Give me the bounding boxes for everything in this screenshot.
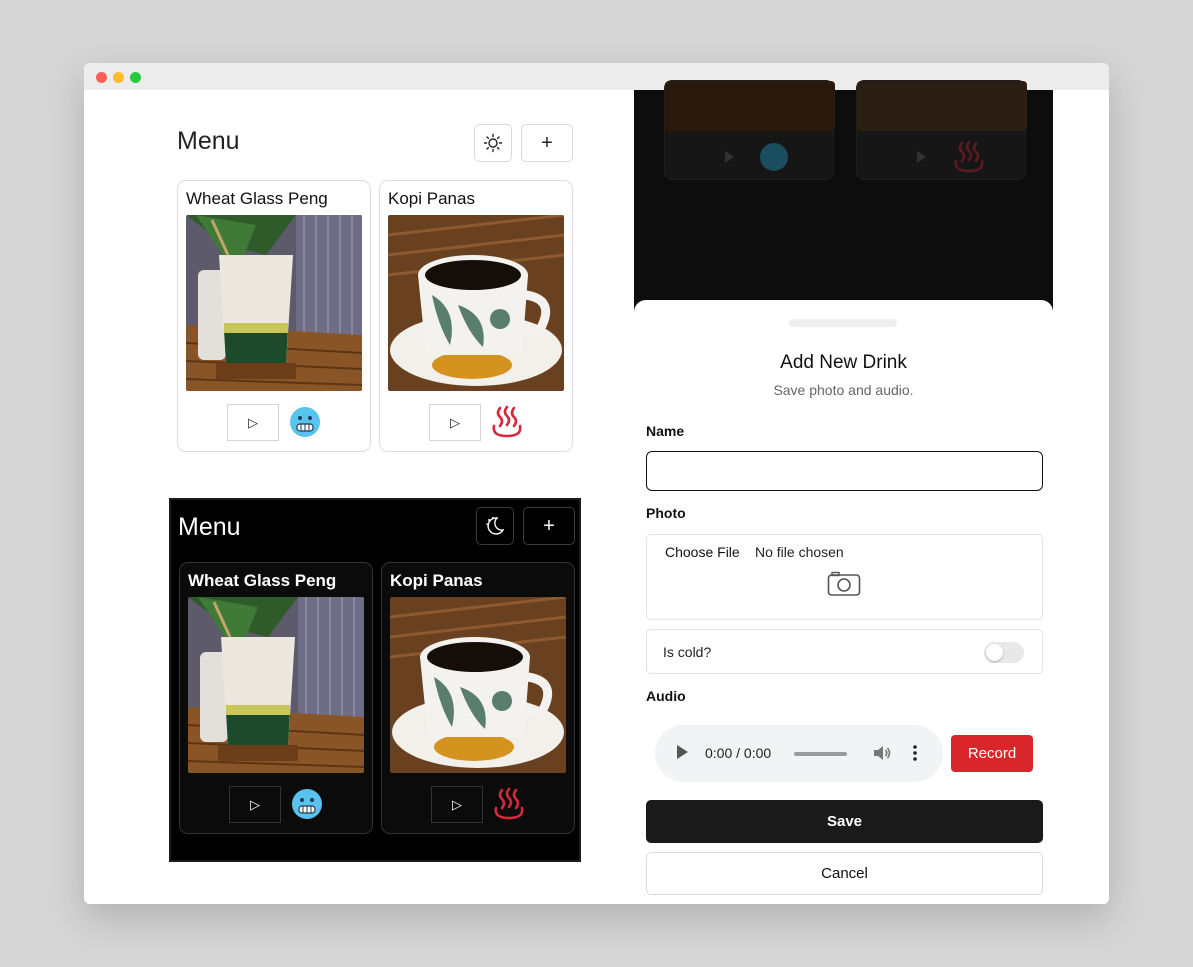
audio-label: Audio <box>646 688 686 704</box>
menu-title: Menu <box>178 513 241 541</box>
camera-icon <box>827 571 861 596</box>
sheet-drag-handle[interactable] <box>789 319 897 327</box>
add-drink-button[interactable]: + <box>523 507 575 545</box>
is-cold-label: Is cold? <box>663 644 712 660</box>
photo-label: Photo <box>646 505 686 521</box>
dimmed-drink-card <box>664 80 835 180</box>
dimmed-cold-face-icon <box>760 143 788 171</box>
is-cold-row: Is cold? <box>646 629 1043 674</box>
sun-icon <box>483 133 503 153</box>
audio-time: 0:00 / 0:00 <box>705 745 772 761</box>
drink-name: Kopi Panas <box>390 571 483 590</box>
drink-name: Wheat Glass Peng <box>186 189 328 208</box>
play-audio-button[interactable]: ▷ <box>431 786 483 823</box>
drink-card: Kopi Panas ▷ <box>381 562 575 834</box>
play-audio-button[interactable]: ▷ <box>227 404 279 441</box>
cold-face-icon <box>289 786 325 822</box>
is-cold-toggle[interactable] <box>984 642 1024 663</box>
dimmed-backdrop[interactable] <box>634 80 1053 302</box>
volume-icon[interactable] <box>872 743 892 763</box>
choose-file-button[interactable]: Choose File <box>665 544 740 560</box>
drink-photo <box>188 597 364 773</box>
name-label: Name <box>646 423 685 439</box>
audio-player: 0:00 / 0:00 <box>655 725 943 782</box>
add-drink-overlay: Add New Drink Save photo and audio. Name… <box>634 80 1053 904</box>
menu-title: Menu <box>177 127 240 155</box>
browser-window: Menu + Wheat Glass Peng ▷ Kopi Panas ▷ M… <box>84 63 1109 904</box>
theme-toggle-button[interactable] <box>474 124 512 162</box>
add-drink-sheet: Add New Drink Save photo and audio. Name… <box>634 300 1053 904</box>
drink-name: Kopi Panas <box>388 189 475 208</box>
drink-photo <box>390 597 566 773</box>
maximize-window-button[interactable] <box>130 72 141 83</box>
cancel-button[interactable]: Cancel <box>646 852 1043 895</box>
page-content: Menu + Wheat Glass Peng ▷ Kopi Panas ▷ M… <box>84 80 1109 904</box>
moon-icon <box>486 516 505 535</box>
sheet-subtitle: Save photo and audio. <box>773 382 914 398</box>
dimmed-play-icon <box>917 151 926 163</box>
drink-card: Wheat Glass Peng ▷ <box>179 562 373 834</box>
dark-menu-panel: Menu + Wheat Glass Peng ▷ Kopi Panas ▷ <box>169 498 581 862</box>
drink-name: Wheat Glass Peng <box>188 571 337 590</box>
drink-card: Kopi Panas ▷ <box>379 180 573 452</box>
minimize-window-button[interactable] <box>113 72 124 83</box>
more-options-icon[interactable] <box>912 744 918 762</box>
dimmed-drink-card <box>856 80 1027 180</box>
dimmed-hot-springs-icon <box>954 140 984 173</box>
photo-picker[interactable]: Choose File No file chosen <box>646 534 1043 620</box>
name-input[interactable] <box>646 451 1043 491</box>
hot-springs-icon <box>491 786 527 822</box>
drink-card: Wheat Glass Peng ▷ <box>177 180 371 452</box>
toggle-knob <box>986 644 1003 661</box>
drink-photo <box>388 215 564 391</box>
file-status: No file chosen <box>755 544 844 560</box>
audio-progress-slider[interactable] <box>794 752 847 756</box>
close-window-button[interactable] <box>96 72 107 83</box>
play-audio-button[interactable]: ▷ <box>429 404 481 441</box>
theme-toggle-button[interactable] <box>476 507 514 545</box>
audio-play-button[interactable] <box>677 745 688 759</box>
sheet-title: Add New Drink <box>780 352 907 373</box>
save-button[interactable]: Save <box>646 800 1043 843</box>
cold-face-icon <box>287 404 323 440</box>
drink-photo <box>186 215 362 391</box>
add-drink-button[interactable]: + <box>521 124 573 162</box>
play-audio-button[interactable]: ▷ <box>229 786 281 823</box>
record-button[interactable]: Record <box>951 735 1033 772</box>
hot-springs-icon <box>489 404 525 440</box>
dimmed-play-icon <box>725 151 734 163</box>
light-menu-panel: Menu + Wheat Glass Peng ▷ Kopi Panas ▷ <box>169 110 581 480</box>
